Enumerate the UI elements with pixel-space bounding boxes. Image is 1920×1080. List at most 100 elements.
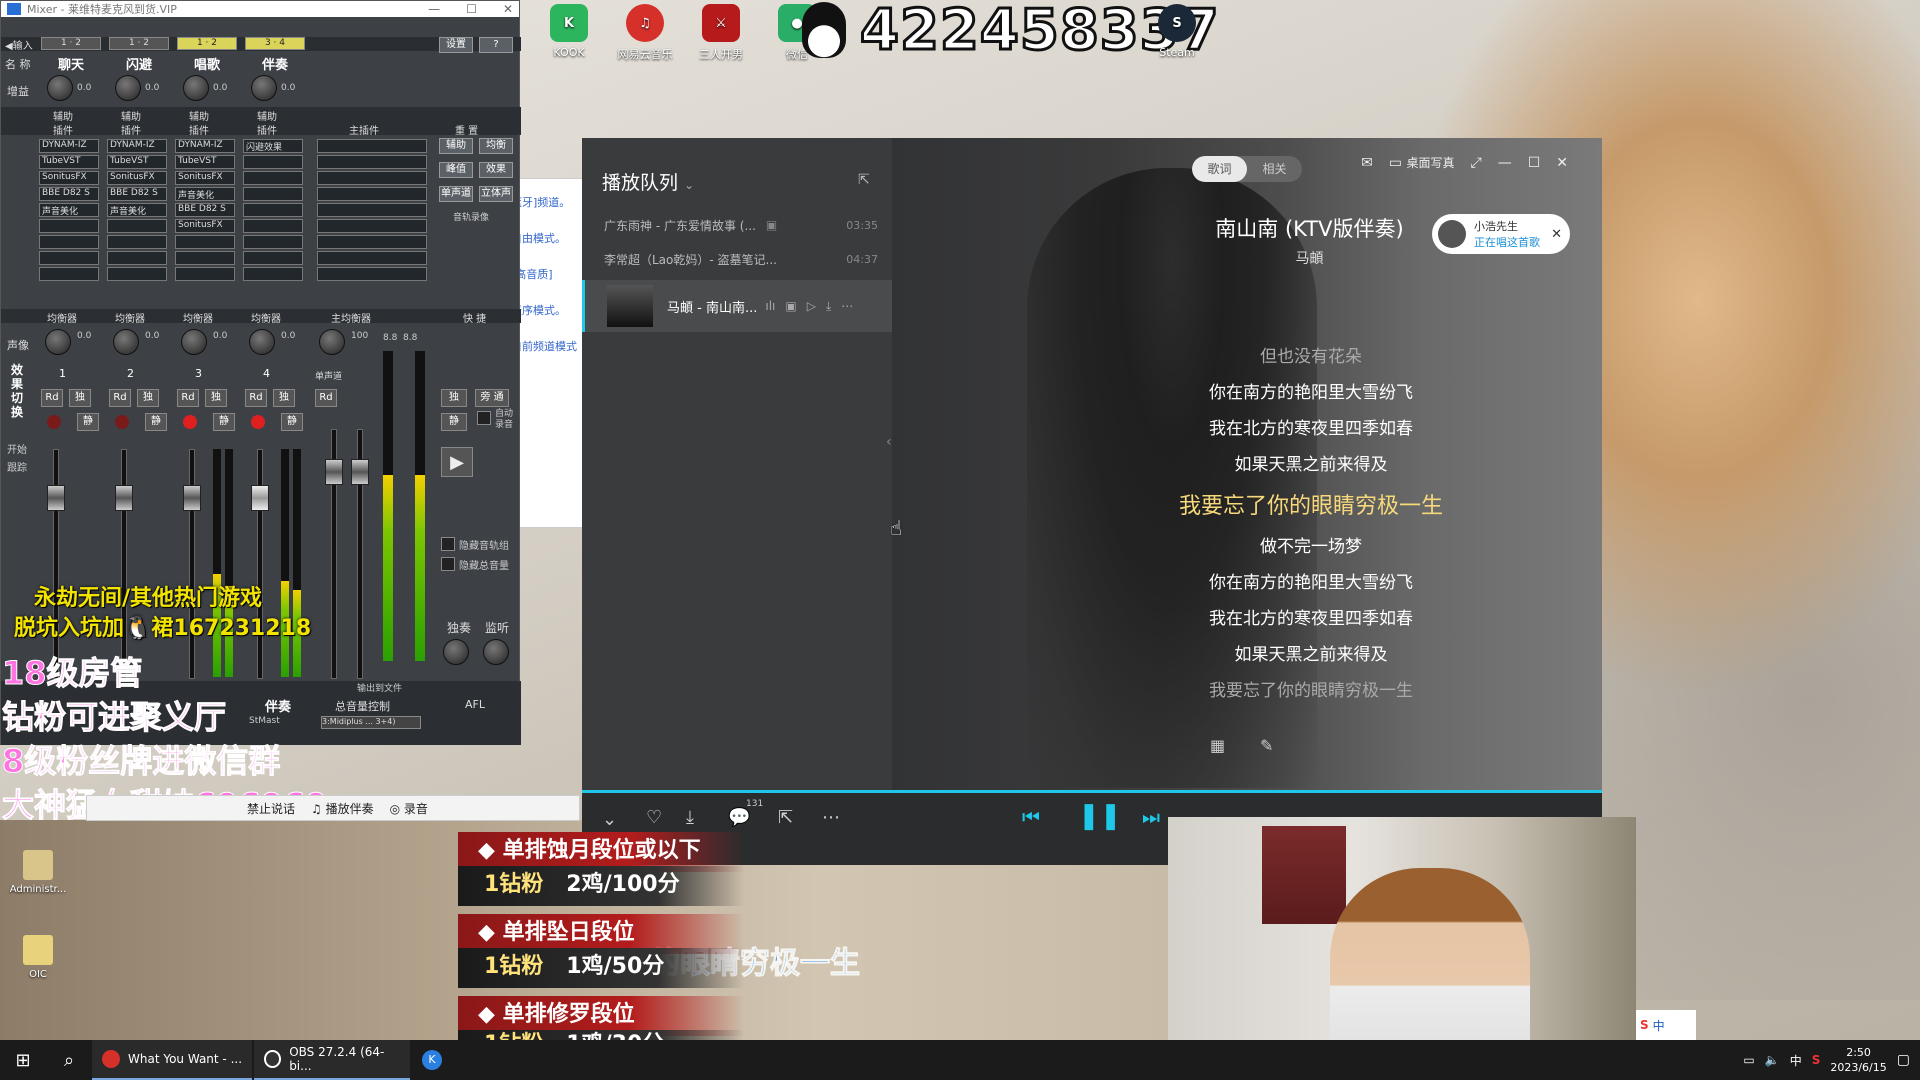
ime-indicator[interactable]: 中 [1790, 1052, 1802, 1069]
plugin-slot-empty[interactable] [175, 235, 235, 249]
master-rd-button[interactable]: Rd [315, 389, 337, 407]
download-icon[interactable]: ⤓ [826, 299, 831, 314]
ch2-fader[interactable] [115, 485, 133, 511]
ch1-gain-knob[interactable] [47, 75, 73, 101]
ch4-mute-button[interactable]: 静 [281, 413, 303, 431]
aux-button[interactable]: 辅助 [439, 138, 473, 154]
close-icon[interactable]: ✕ [503, 2, 513, 16]
plugin-slot[interactable]: 声音美化 [175, 187, 235, 201]
queue-item[interactable]: 广东雨神 - 广东爱情故事 (... ▣ 03:35 [582, 208, 892, 242]
plugin-slot-empty[interactable] [243, 267, 303, 281]
ch2-gain-knob[interactable] [115, 75, 141, 101]
mail-icon[interactable]: ✉ [1361, 155, 1373, 171]
main-plugin-slot[interactable] [317, 155, 427, 169]
plugin-slot[interactable]: DYNAM-IZ [175, 139, 235, 153]
ch3-gain-knob[interactable] [183, 75, 209, 101]
play-icon[interactable]: ▶ [441, 447, 473, 477]
taskbar-app-netease[interactable]: What You Want - ... [92, 1040, 252, 1080]
plugin-slot[interactable]: DYNAM-IZ [39, 139, 99, 153]
plugin-slot[interactable]: BBE D82 S [39, 187, 99, 201]
ch4-record-indicator[interactable] [251, 415, 265, 429]
tab-related[interactable]: 相关 [1247, 156, 1302, 182]
ch3-record-indicator[interactable] [183, 415, 197, 429]
volume-icon[interactable]: 🔈 [1765, 1053, 1780, 1067]
ch1-solo-button[interactable]: 独 [69, 389, 91, 407]
pause-icon[interactable]: ❚❚ [1078, 801, 1122, 831]
ch4-gain-knob[interactable] [251, 75, 277, 101]
desktop-icon-steam[interactable]: S Steam [1142, 4, 1212, 59]
fullscreen-icon[interactable]: ⤢ [1471, 155, 1482, 171]
ch2-input-select[interactable]: 1 · 2 [109, 37, 169, 50]
ch3-mute-button[interactable]: 静 [213, 413, 235, 431]
download-icon[interactable]: ⤓ [686, 807, 694, 828]
search-icon[interactable]: ⌕ [46, 1040, 92, 1080]
main-plugin-slot[interactable] [317, 187, 427, 201]
stereo-button[interactable]: 立体声 [479, 186, 513, 202]
plugin-slot-empty[interactable] [243, 235, 303, 249]
ch3-rd-button[interactable]: Rd [177, 389, 199, 407]
ch2-solo-button[interactable]: 独 [137, 389, 159, 407]
tab-lyrics[interactable]: 歌词 [1192, 156, 1247, 182]
desktop-icon-netease[interactable]: ♫ 网易云音乐 [610, 4, 680, 62]
hide-track-checkbox[interactable] [441, 537, 455, 551]
notification-icon[interactable]: ▢ [1897, 1052, 1910, 1068]
like-icon[interactable]: ♡ [646, 807, 662, 828]
more-icon[interactable]: ⋯ [822, 807, 840, 828]
ch3-input-select[interactable]: 1 · 2 [177, 37, 237, 50]
eq-button[interactable]: 均衡 [479, 138, 513, 154]
plugin-slot[interactable]: TubeVST [107, 155, 167, 169]
windows-start-icon[interactable]: ⊞ [0, 1040, 46, 1080]
ch4-pan-knob[interactable] [249, 329, 275, 355]
plugin-slot-empty[interactable] [39, 251, 99, 265]
video-icon[interactable]: ▣ [785, 299, 796, 313]
ch2-pan-knob[interactable] [113, 329, 139, 355]
plugin-slot[interactable]: BBE D82 S [107, 187, 167, 201]
play-accompaniment-button[interactable]: ♫ 播放伴奏 [311, 800, 374, 817]
ch1-pan-knob[interactable] [45, 329, 71, 355]
plugin-slot[interactable]: 声音美化 [107, 203, 167, 217]
qq-penguin-icon[interactable] [802, 2, 846, 58]
plugin-slot-empty[interactable] [243, 203, 303, 217]
desktop-icon-sanren[interactable]: ⚔ 三人开男 [686, 4, 756, 62]
master-left-fader[interactable] [325, 459, 343, 485]
plugin-slot[interactable]: SonitusFX [175, 219, 235, 233]
output-to-file-label[interactable]: 输出到文件 [357, 681, 402, 694]
desktop-icon-oic[interactable]: OIC [4, 935, 72, 980]
main-plugin-slot[interactable] [317, 219, 427, 233]
queue-item[interactable]: 李常超（Lao乾妈）- 盗墓笔记... 04:37 [582, 242, 892, 276]
minimize-icon[interactable]: — [1498, 155, 1512, 171]
plugin-slot-empty[interactable] [39, 235, 99, 249]
ch4-fader[interactable] [251, 485, 269, 511]
close-icon[interactable]: ✕ [1556, 155, 1568, 171]
bypass-button[interactable]: 旁 通 [475, 389, 509, 407]
sogou-tray-icon[interactable]: S [1812, 1053, 1821, 1067]
share-icon[interactable]: ⇱ [778, 807, 793, 828]
ch1-record-indicator[interactable] [47, 415, 61, 429]
plugin-slot-empty[interactable] [243, 187, 303, 201]
video-icon[interactable]: ▣ [766, 218, 777, 232]
main-plugin-slot[interactable] [317, 139, 427, 153]
desktop-photo-button[interactable]: ▭ 桌面写真 [1389, 154, 1455, 171]
film-icon[interactable]: ▦ [1210, 736, 1225, 755]
plugin-slot[interactable]: SonitusFX [39, 171, 99, 185]
plugin-slot-empty[interactable] [39, 267, 99, 281]
taskbar-app-kugou[interactable]: K [412, 1040, 452, 1080]
plugin-slot-empty[interactable] [175, 251, 235, 265]
network-icon[interactable]: ▭ [1743, 1053, 1754, 1067]
main-plugin-slot[interactable] [317, 235, 427, 249]
effect-switch-label[interactable]: 效果切换 [11, 363, 25, 419]
plugin-slot-empty[interactable] [243, 219, 303, 233]
ch3-fader[interactable] [183, 485, 201, 511]
mic-icon[interactable]: ✎ [1260, 736, 1273, 755]
help-button[interactable]: ? [479, 37, 513, 53]
maximize-icon[interactable]: ☐ [1528, 155, 1541, 171]
queue-item-active[interactable]: 马頔 - 南山南... ılı ▣ ▷ ⤓ ⋯ [582, 280, 892, 332]
plugin-slot[interactable]: TubeVST [175, 155, 235, 169]
monitor-knob[interactable] [483, 639, 509, 665]
settings-button[interactable]: 设置 [439, 37, 473, 53]
share-icon[interactable]: ▷ [807, 299, 816, 313]
peak-button[interactable]: 峰值 [439, 162, 473, 178]
ch2-mute-button[interactable]: 静 [145, 413, 167, 431]
popout-icon[interactable]: ⇱ [858, 172, 870, 188]
plugin-slot-empty[interactable] [107, 219, 167, 233]
